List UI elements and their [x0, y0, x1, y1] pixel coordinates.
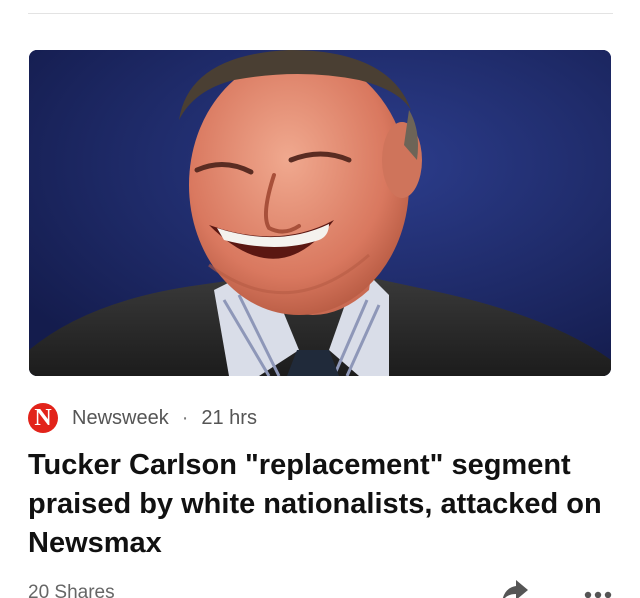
- meta-separator: ·: [181, 406, 189, 429]
- share-count: 20 Shares: [28, 582, 115, 598]
- article-source[interactable]: N Newsweek · 21 hrs: [28, 402, 257, 434]
- article-card[interactable]: N Newsweek · 21 hrs Tucker Carlson "repl…: [0, 0, 640, 598]
- newsweek-logo: N: [28, 403, 58, 433]
- source-name[interactable]: Newsweek: [72, 407, 169, 430]
- portrait-illustration: [29, 50, 611, 376]
- share-arrow-icon[interactable]: [500, 578, 530, 598]
- publish-age: 21 hrs: [201, 406, 257, 429]
- news-feed: N Newsweek · 21 hrs Tucker Carlson "repl…: [0, 0, 640, 598]
- article-footer: 20 Shares: [28, 578, 613, 598]
- article-image[interactable]: [29, 50, 611, 376]
- ellipsis-icon[interactable]: [583, 587, 613, 598]
- article-headline[interactable]: Tucker Carlson "replacement" segment pra…: [28, 446, 618, 563]
